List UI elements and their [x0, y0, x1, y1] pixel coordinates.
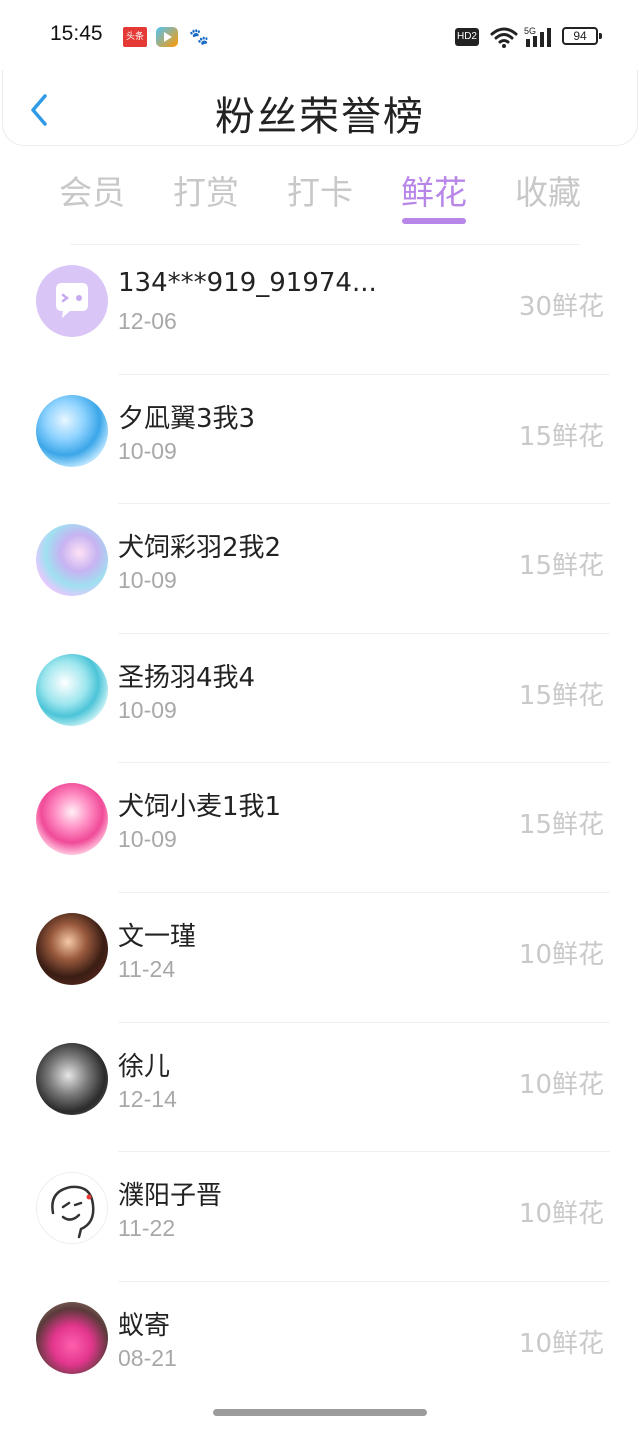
- page-title: 粉丝荣誉榜: [215, 94, 425, 140]
- cellular-signal-icon: 5G: [524, 26, 551, 47]
- home-indicator[interactable]: [213, 1409, 427, 1416]
- fan-name: 濮阳子晋: [118, 1181, 223, 1212]
- tab-flowers[interactable]: 鲜花: [384, 166, 484, 214]
- flower-count: 10鲜花: [518, 939, 604, 970]
- baidu-paw-icon: 🐾: [189, 27, 209, 46]
- avatar: [36, 1301, 108, 1374]
- list-item[interactable]: 徐儿 12-14 10鲜花: [0, 1021, 640, 1152]
- divider: [118, 762, 610, 764]
- tab-favorites[interactable]: 收藏: [498, 166, 598, 214]
- divider: [118, 373, 610, 375]
- fan-name: 圣扬羽4我4: [118, 662, 256, 693]
- divider: [118, 1021, 610, 1023]
- flower-count: 30鲜花: [518, 292, 604, 322]
- toutiao-app-icon: 头条: [123, 27, 147, 47]
- fan-name: 蚁寄: [118, 1310, 171, 1341]
- avatar: [36, 265, 108, 337]
- list-item[interactable]: 134***919_91974... 12-06 30鲜花: [0, 244, 640, 374]
- tab-checkin[interactable]: 打卡: [270, 166, 370, 214]
- list-item[interactable]: 圣扬羽4我4 10-09 15鲜花: [0, 632, 640, 763]
- tab-members[interactable]: 会员: [42, 166, 142, 214]
- flower-count: 15鲜花: [518, 421, 604, 452]
- avatar: [36, 653, 108, 726]
- status-bar: 15:45 头条 🐾 HD2 5G 94: [0, 0, 640, 74]
- divider: [118, 1151, 610, 1153]
- wifi-icon: [490, 27, 518, 48]
- fan-date: 10-09: [118, 567, 177, 594]
- flower-count: 15鲜花: [518, 551, 604, 582]
- divider: [118, 632, 610, 634]
- tab-rewards[interactable]: 打赏: [156, 166, 256, 214]
- fan-name: 犬饲小麦1我1: [118, 792, 282, 823]
- list-item[interactable]: 犬饲小麦1我1 10-09 15鲜花: [0, 762, 640, 892]
- fan-date: 12-14: [118, 1085, 177, 1112]
- flower-count: 15鲜花: [518, 810, 604, 841]
- divider: [118, 1280, 610, 1282]
- fan-date: 11-24: [118, 955, 176, 982]
- video-app-icon: [156, 27, 178, 47]
- doodle-face-icon: [51, 1185, 95, 1239]
- fan-name: 文一瑾: [118, 921, 197, 952]
- avatar: [36, 524, 108, 597]
- list-item[interactable]: 夕凪翼3我3 10-09 15鲜花: [0, 373, 640, 504]
- fan-name: 徐儿: [118, 1051, 171, 1082]
- avatar: [36, 1042, 108, 1115]
- fan-date: 10-09: [118, 826, 177, 853]
- avatar: [36, 1172, 108, 1245]
- flower-count: 10鲜花: [518, 1199, 604, 1230]
- fan-name: 134***919_91974...: [118, 268, 377, 298]
- fan-date: 10-09: [118, 696, 177, 723]
- list-item[interactable]: 犬饲彩羽2我2 10-09 15鲜花: [0, 503, 640, 633]
- hd-voice-icon: HD2: [455, 28, 479, 46]
- avatar: [36, 912, 108, 985]
- fan-date: 10-09: [118, 437, 177, 464]
- fan-name: 犬饲彩羽2我2: [118, 533, 282, 564]
- list-item[interactable]: 文一瑾 11-24 10鲜花: [0, 891, 640, 1022]
- chat-bubble-icon: [56, 283, 88, 318]
- fan-date: 12-06: [118, 308, 177, 334]
- status-time: 15:45: [50, 22, 103, 45]
- flower-count: 10鲜花: [518, 1069, 604, 1100]
- fan-date: 08-21: [118, 1344, 177, 1371]
- divider: [118, 503, 610, 505]
- header-bar: 粉丝荣誉榜: [2, 70, 638, 146]
- flower-count: 15鲜花: [518, 680, 604, 711]
- list-item[interactable]: 蚁寄 08-21 10鲜花: [0, 1280, 640, 1411]
- avatar: [36, 783, 108, 856]
- fan-date: 11-22: [118, 1215, 176, 1242]
- battery-icon: 94: [562, 27, 602, 45]
- divider: [118, 891, 610, 893]
- tab-bar: 会员 打赏 打卡 鲜花 收藏: [0, 166, 640, 226]
- list-item[interactable]: 濮阳子晋 11-22 10鲜花: [0, 1151, 640, 1281]
- flower-count: 10鲜花: [518, 1328, 604, 1359]
- avatar: [36, 394, 108, 467]
- active-tab-indicator: [402, 218, 466, 224]
- fan-name: 夕凪翼3我3: [118, 403, 256, 434]
- network-type-label: 5G: [524, 26, 536, 36]
- fan-ranking-list: 134***919_91974... 12-06 30鲜花 夕凪翼3我3 10-…: [0, 244, 640, 1410]
- divider: [70, 244, 580, 245]
